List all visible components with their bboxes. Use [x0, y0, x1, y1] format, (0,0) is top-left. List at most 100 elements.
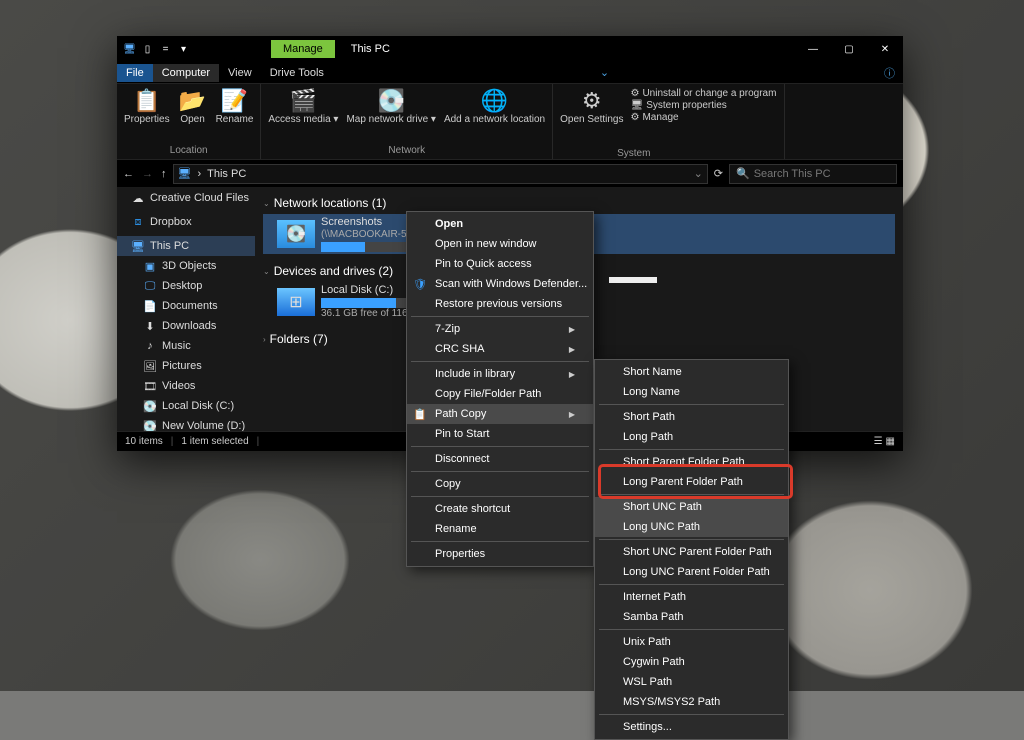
download-icon: ⬇: [143, 320, 157, 333]
back-button[interactable]: ←: [123, 168, 134, 180]
sidebar-item-downloads[interactable]: ⬇Downloads: [117, 316, 255, 336]
chevron-down-icon: ⌄: [263, 199, 270, 208]
sidebar-item-3dobjects[interactable]: ▣3D Objects: [117, 256, 255, 276]
access-media-button[interactable]: 🎬Access media ▾: [265, 86, 341, 145]
equals-icon[interactable]: =: [158, 42, 173, 57]
sidebar-item-thispc[interactable]: 🖥This PC: [117, 236, 255, 256]
menu-drive-tools[interactable]: Drive Tools: [261, 64, 333, 82]
forward-button[interactable]: →: [142, 168, 153, 180]
open-settings-button[interactable]: ⚙Open Settings: [557, 86, 626, 157]
sub-long-parent[interactable]: Long Parent Folder Path: [595, 472, 788, 492]
view-details-icon[interactable]: ☰: [874, 436, 883, 447]
cube-icon: ▣: [143, 260, 157, 273]
sub-samba[interactable]: Samba Path: [595, 607, 788, 627]
file-icon[interactable]: ▯: [140, 42, 155, 57]
help-icon[interactable]: ⓘ: [875, 62, 903, 84]
sub-short-parent[interactable]: Short Parent Folder Path: [595, 452, 788, 472]
status-count: 10 items: [125, 436, 163, 447]
ctx-crc[interactable]: CRC SHA▶: [407, 339, 593, 359]
manage-button[interactable]: ⚙Manage: [630, 112, 776, 123]
ctx-pin-start[interactable]: Pin to Start: [407, 424, 593, 444]
ctx-library[interactable]: Include in library▶: [407, 364, 593, 384]
ctx-properties[interactable]: Properties: [407, 544, 593, 564]
netdrive-icon: 💽: [277, 220, 315, 248]
system-props-button[interactable]: 🖥System properties: [630, 100, 776, 111]
sidebar-item-dropbox[interactable]: ⧈Dropbox: [117, 212, 255, 232]
view-tiles-icon[interactable]: ▦: [886, 436, 895, 447]
sub-short-unc[interactable]: Short UNC Path: [595, 497, 788, 517]
sidebar-item-ccf[interactable]: ☁Creative Cloud Files: [117, 188, 255, 208]
close-button[interactable]: ✕: [867, 36, 903, 62]
breadcrumb-label[interactable]: This PC: [207, 168, 246, 180]
shield-icon: 🛡: [413, 278, 427, 291]
ctx-path-copy[interactable]: 📋Path Copy▶: [407, 404, 593, 424]
sub-long-path[interactable]: Long Path: [595, 427, 788, 447]
map-drive-button[interactable]: 💽Map network drive ▾: [343, 86, 439, 145]
refresh-button[interactable]: ⟳: [714, 167, 723, 180]
sub-msys[interactable]: MSYS/MSYS2 Path: [595, 692, 788, 712]
open-button[interactable]: 📂Open: [175, 86, 211, 145]
tab-manage[interactable]: Manage: [271, 40, 335, 58]
menu-file[interactable]: File: [117, 64, 153, 82]
sidebar-item-documents[interactable]: 📄Documents: [117, 296, 255, 316]
desktop-icon: 🖵: [143, 280, 157, 293]
minimize-button[interactable]: —: [795, 36, 831, 62]
ctx-7zip[interactable]: 7-Zip▶: [407, 319, 593, 339]
search-input[interactable]: 🔍 Search This PC: [729, 164, 897, 184]
context-submenu: Short Name Long Name Short Path Long Pat…: [594, 359, 789, 740]
sub-short-unc-parent[interactable]: Short UNC Parent Folder Path: [595, 542, 788, 562]
menu-view[interactable]: View: [219, 64, 261, 82]
sub-long-name[interactable]: Long Name: [595, 382, 788, 402]
sidebar-item-pictures[interactable]: 🖼Pictures: [117, 356, 255, 376]
sub-settings[interactable]: Settings...: [595, 717, 788, 737]
menu-computer[interactable]: Computer: [153, 64, 219, 82]
ctx-copy-path[interactable]: Copy File/Folder Path: [407, 384, 593, 404]
sidebar-item-desktop[interactable]: 🖵Desktop: [117, 276, 255, 296]
dropdown-icon[interactable]: ⌄: [591, 63, 617, 82]
section-header[interactable]: ⌄Network locations (1): [263, 194, 895, 212]
ctx-open[interactable]: Open: [407, 214, 593, 234]
music-icon: ♪: [143, 340, 157, 352]
sub-cygwin[interactable]: Cygwin Path: [595, 652, 788, 672]
video-icon: 🎞: [143, 380, 157, 393]
cloud-icon: ☁: [131, 192, 145, 205]
ctx-defender[interactable]: 🛡Scan with Windows Defender...: [407, 274, 593, 294]
sub-short-path[interactable]: Short Path: [595, 407, 788, 427]
sub-long-unc-parent[interactable]: Long UNC Parent Folder Path: [595, 562, 788, 582]
ctx-rename[interactable]: Rename: [407, 519, 593, 539]
ctx-disconnect[interactable]: Disconnect: [407, 449, 593, 469]
sidebar-item-newvolume[interactable]: 💽New Volume (D:): [117, 416, 255, 431]
drive-icon: ⊞: [277, 288, 315, 316]
copy-icon: 📋: [413, 408, 427, 421]
maximize-button[interactable]: ▢: [831, 36, 867, 62]
ctx-copy[interactable]: Copy: [407, 474, 593, 494]
breadcrumb[interactable]: ›: [197, 168, 201, 180]
dropdown-icon[interactable]: ▾: [176, 42, 191, 57]
monitor-icon[interactable]: 🖥: [122, 42, 137, 57]
sidebar-item-videos[interactable]: 🎞Videos: [117, 376, 255, 396]
ctx-restore[interactable]: Restore previous versions: [407, 294, 593, 314]
sub-short-name[interactable]: Short Name: [595, 362, 788, 382]
sub-wsl[interactable]: WSL Path: [595, 672, 788, 692]
sub-unix[interactable]: Unix Path: [595, 632, 788, 652]
picture-icon: 🖼: [143, 360, 157, 373]
sidebar-item-localdisk[interactable]: 💽Local Disk (C:): [117, 396, 255, 416]
ctx-shortcut[interactable]: Create shortcut: [407, 499, 593, 519]
uninstall-button[interactable]: ⚙Uninstall or change a program: [630, 88, 776, 99]
chevron-right-icon: ›: [263, 335, 266, 344]
properties-button[interactable]: 📋Properties: [121, 86, 173, 145]
sub-long-unc[interactable]: Long UNC Path: [595, 517, 788, 537]
drive-icon: 💽: [143, 420, 157, 432]
chevron-down-icon: ⌄: [263, 267, 270, 276]
rename-button[interactable]: 📝Rename: [213, 86, 257, 145]
up-button[interactable]: ↑: [161, 168, 167, 180]
ctx-pin-quick[interactable]: Pin to Quick access: [407, 254, 593, 274]
ctx-open-new-window[interactable]: Open in new window: [407, 234, 593, 254]
path-input[interactable]: 🖥 › This PC ⌄: [173, 164, 708, 184]
context-menu: Open Open in new window Pin to Quick acc…: [406, 211, 594, 567]
sub-internet[interactable]: Internet Path: [595, 587, 788, 607]
menubar: File Computer View Drive Tools ⌄ ⓘ: [117, 62, 903, 84]
chevron-down-icon[interactable]: ⌄: [694, 167, 703, 180]
sidebar-item-music[interactable]: ♪Music: [117, 336, 255, 356]
add-location-button[interactable]: 🌐Add a network location: [441, 86, 548, 145]
